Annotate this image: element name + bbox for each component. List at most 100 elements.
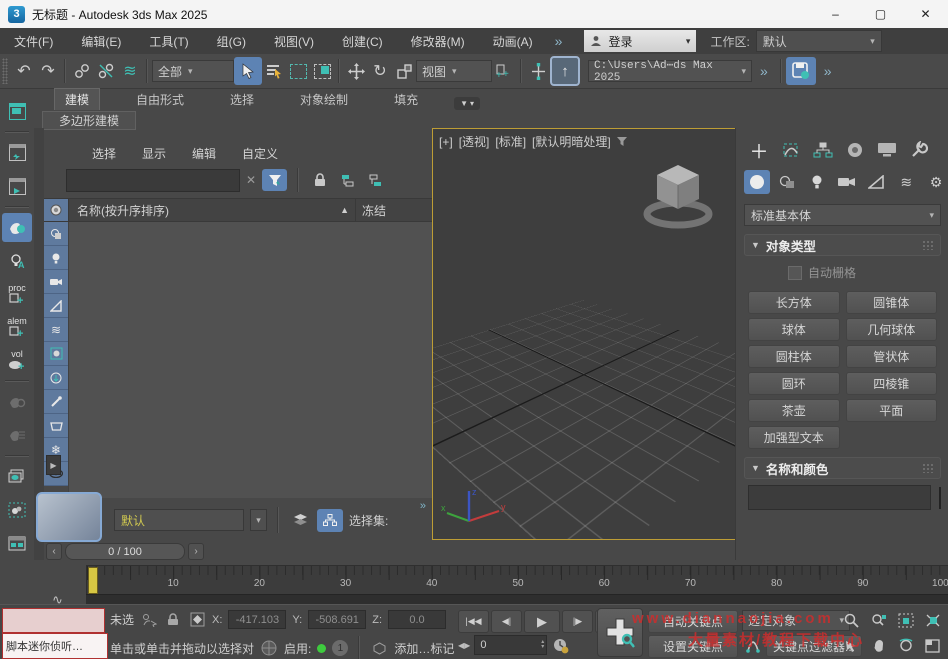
zoom-button[interactable] [838,608,865,633]
menu-file[interactable]: 文件(F) [0,33,67,50]
button-box[interactable]: 长方体 [748,291,840,314]
menu-modifiers[interactable]: 修改器(M) [397,33,479,50]
reference-coordinate-dropdown[interactable]: 视图 ▾ [416,60,492,82]
object-color-swatch[interactable] [939,487,941,509]
tab-utilities[interactable] [906,138,932,162]
select-and-scale-button[interactable] [392,58,416,84]
per-view-filter-icon[interactable] [617,137,628,147]
key-selection-dropdown[interactable]: 选定对象 ▾ [742,610,850,631]
maximize-button[interactable]: ▢ [858,0,903,28]
auto-key-button[interactable]: 自动关键点 [648,610,738,633]
proc-create-icon[interactable]: proc + [2,280,32,309]
x-coordinate-field[interactable]: -417.103 [228,610,286,629]
rollout-name-and-color[interactable]: ▼ 名称和颜色 [744,457,941,479]
vol-create-icon[interactable]: vol + [2,346,32,375]
time-slider-value[interactable]: 0 / 100 [65,543,185,560]
zoom-region-button[interactable] [838,633,865,658]
layers-icon[interactable] [289,510,311,530]
zoom-extents-all-button[interactable] [919,608,946,633]
hand-gear-tool-icon[interactable] [2,387,32,416]
explorer-menu-display[interactable]: 显示 [142,145,166,162]
expand-panel-arrow[interactable]: ▶ [46,455,61,475]
select-object-button[interactable] [234,57,262,85]
display-cameras-toggle[interactable] [44,270,68,294]
set-key-button[interactable]: 设置关键点 [648,635,738,658]
add-time-tag[interactable]: 添加…标记 [394,640,454,657]
render-presets-tool-icon[interactable] [2,529,32,558]
selection-lock-icon[interactable] [164,611,182,629]
grid-sphere-icon[interactable] [260,639,278,657]
button-tube[interactable]: 管状体 [846,345,938,368]
script-run-icon[interactable] [2,138,32,167]
current-frame-field[interactable]: 0 ▴▾ [474,635,547,655]
display-spacewarps-toggle[interactable]: ≋ [44,318,68,342]
explorer-menu-edit[interactable]: 编辑 [192,145,216,162]
display-helpers-toggle[interactable] [44,294,68,318]
set-keys-button[interactable] [597,608,643,657]
sign-in-dropdown[interactable]: 登录 ▾ [584,30,696,52]
next-frame-arrow[interactable]: › [188,543,204,560]
menu-edit[interactable]: 编辑(E) [67,33,135,50]
image-stack-tool-icon[interactable] [2,462,32,491]
rectangular-selection-region-button[interactable] [286,58,310,84]
scatter-paint-tool-icon[interactable] [2,495,32,524]
play-button[interactable]: ▶ [524,610,560,633]
next-frame-button[interactable]: |▶ [562,610,593,633]
overflow-chevron[interactable]: » [420,500,426,512]
new-key-mode-icon[interactable] [744,637,762,655]
previous-frame-button[interactable]: ◀| [491,610,522,633]
ribbon-minimize-dropdown[interactable]: ▼ ▾ [454,97,480,110]
y-coordinate-field[interactable]: -508.691 [308,610,366,629]
hierarchy-view-button[interactable] [317,509,343,532]
button-cylinder[interactable]: 圆柱体 [748,345,840,368]
ribbon-tab-populate[interactable]: 填充 [384,89,428,110]
tab-create[interactable]: ＋ [746,138,772,162]
preset-caret-button[interactable]: ▾ [250,509,267,531]
toolbar-overflow-chevron-2[interactable]: » [816,63,840,79]
explorer-preset-dropdown[interactable]: 默认 [114,509,244,531]
category-spacewarps[interactable]: ≋ [893,170,919,194]
isolate-selection-icon[interactable] [140,611,158,629]
display-xrefs-toggle[interactable] [44,366,68,390]
category-systems[interactable]: ⚙ [923,170,948,194]
redo-button[interactable]: ↷ [36,58,60,84]
tab-modify[interactable] [778,138,804,162]
unlink-selection-icon[interactable] [94,58,118,84]
ribbon-panel-polygon-modeling[interactable]: 多边形建模 [42,111,136,130]
category-lights[interactable] [804,170,830,194]
tab-display[interactable] [874,138,900,162]
undo-button[interactable]: ↶ [12,58,36,84]
key-step-icon[interactable]: ◀▶ [458,641,470,650]
spinner-down-icon[interactable]: ▾ [541,645,544,650]
maxscript-editor-icon[interactable] [2,97,32,126]
object-category-dropdown[interactable]: 标准基本体 ▾ [744,204,941,226]
menu-create[interactable]: 创建(C) [328,33,397,50]
column-header-frozen[interactable]: 冻结 [355,199,432,221]
display-bones-toggle[interactable] [44,390,68,414]
z-coordinate-field[interactable]: 0.0 [388,610,446,629]
sculpt-hand-tool-icon[interactable] [2,213,32,242]
track-bar[interactable] [86,594,948,604]
button-cone[interactable]: 圆锥体 [846,291,938,314]
category-helpers[interactable] [863,170,889,194]
lock-explorer-icon[interactable] [309,170,331,190]
toolbar-overflow-chevron[interactable]: » [752,63,776,79]
timeline-ruler[interactable]: 0 10 20 30 40 50 60 70 80 90 100 [86,565,948,595]
filter-funnel-button[interactable] [262,169,287,191]
display-selection-toggle[interactable] [44,199,69,221]
select-by-name-button[interactable] [262,58,286,84]
button-sphere[interactable]: 球体 [748,318,840,341]
viewport-menu-general[interactable]: [+] [439,135,453,149]
clear-search-icon[interactable]: ✕ [246,173,256,187]
button-plane[interactable]: 平面 [846,399,938,422]
display-containers-toggle[interactable] [44,414,68,438]
ribbon-tab-freeform[interactable]: 自由形式 [126,89,194,110]
display-shapes-toggle[interactable] [44,222,68,246]
button-teapot[interactable]: 茶壶 [748,399,840,422]
maximize-viewport-toggle[interactable] [919,633,946,658]
explorer-search-input[interactable] [66,169,240,192]
toolbar-grip[interactable] [2,58,8,84]
expand-tree-icon[interactable] [337,170,359,190]
menu-views[interactable]: 视图(V) [260,33,328,50]
previous-frame-arrow[interactable]: ‹ [46,543,62,560]
